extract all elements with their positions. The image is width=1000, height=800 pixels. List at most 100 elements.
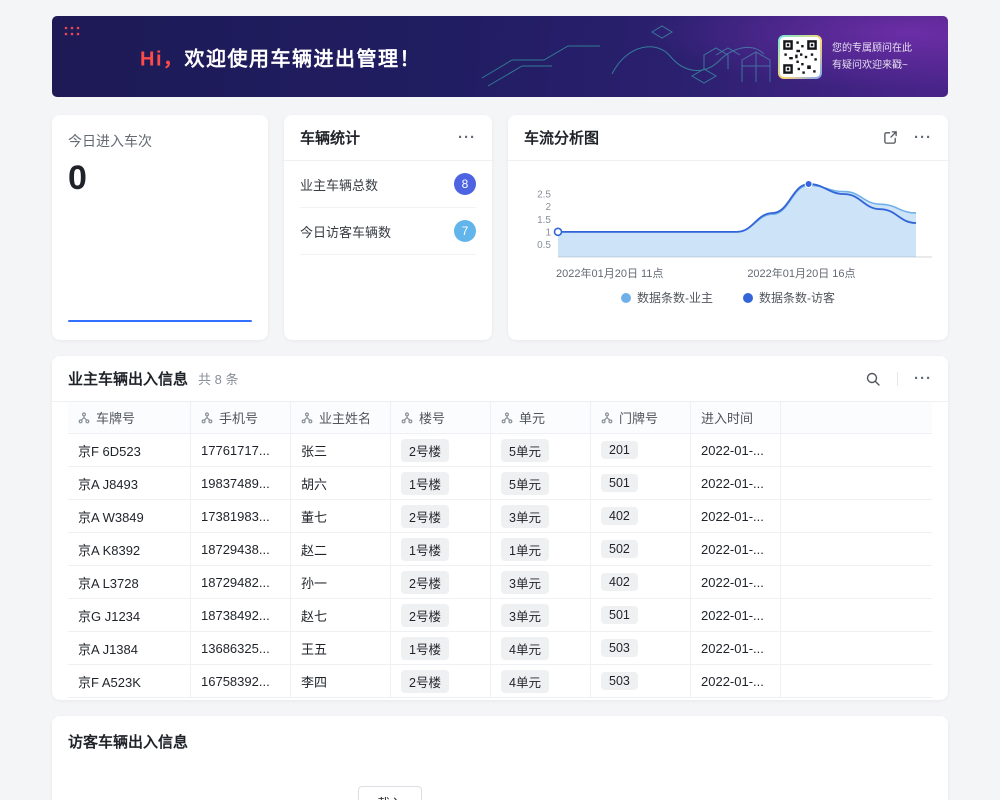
column-header[interactable]: 单元	[491, 402, 591, 434]
cell-tag: 3单元	[501, 571, 549, 594]
table-cell[interactable]: 张三	[291, 434, 391, 467]
table-cell[interactable]: 王五	[291, 632, 391, 665]
table-cell[interactable]: 2022-01-...	[691, 533, 781, 566]
table-cell[interactable]: 3单元	[491, 599, 591, 632]
table-cell[interactable]: 董七	[291, 500, 391, 533]
table-cell[interactable]: 16758392...	[191, 665, 291, 698]
column-header[interactable]: 车牌号	[68, 402, 191, 434]
table-cell[interactable]: 502	[591, 533, 691, 566]
more-icon[interactable]: ···	[458, 130, 476, 145]
table-cell[interactable]: 501	[591, 467, 691, 500]
table-cell[interactable]: 5单元	[491, 467, 591, 500]
more-icon[interactable]: ···	[914, 371, 932, 386]
field-type-icon	[78, 412, 90, 424]
table-cell[interactable]: 2号楼	[391, 500, 491, 533]
table-cell[interactable]: 2号楼	[391, 665, 491, 698]
table-cell[interactable]: 13686325...	[191, 632, 291, 665]
column-header[interactable]: 楼号	[391, 402, 491, 434]
table-cell[interactable]: 胡六	[291, 467, 391, 500]
table-cell[interactable]: 19837489...	[191, 467, 291, 500]
search-icon[interactable]	[865, 371, 881, 387]
cell-tag: 3单元	[501, 604, 549, 627]
column-header[interactable]: 进入时间	[691, 402, 781, 434]
table-cell[interactable]: 2022-01-...	[691, 665, 781, 698]
svg-text:2022年01月20日 16点: 2022年01月20日 16点	[747, 266, 855, 280]
card-title: 车辆统计	[300, 127, 360, 148]
table-cell[interactable]	[781, 566, 932, 599]
table-cell[interactable]	[781, 533, 932, 566]
legend-item[interactable]: 数据条数-业主	[621, 289, 713, 306]
count-badge: 7	[454, 220, 476, 242]
svg-text:2.5: 2.5	[537, 190, 551, 201]
table-cell[interactable]: 3单元	[491, 500, 591, 533]
table-cell[interactable]: 18729438...	[191, 533, 291, 566]
legend-dot	[621, 293, 631, 303]
table-cell[interactable]: 1号楼	[391, 467, 491, 500]
table-cell[interactable]: 5单元	[491, 434, 591, 467]
export-icon[interactable]	[883, 130, 898, 145]
table-cell[interactable]: 京A J1384	[68, 632, 191, 665]
table-cell[interactable]: 4单元	[491, 665, 591, 698]
table-cell[interactable]: 3单元	[491, 566, 591, 599]
more-icon[interactable]: ···	[914, 130, 932, 145]
table-cell[interactable]: 2022-01-...	[691, 467, 781, 500]
stat-row-label: 今日访客车辆数	[300, 222, 391, 241]
table-cell[interactable]: 1号楼	[391, 533, 491, 566]
record-count: 共 8 条	[198, 369, 238, 388]
table-cell[interactable]: 1号楼	[391, 632, 491, 665]
table-cell[interactable]: 赵二	[291, 533, 391, 566]
dashboard-page: Hi，欢迎使用车辆进出管理！	[0, 0, 1000, 800]
table-cell[interactable]: 1单元	[491, 533, 591, 566]
table-cell[interactable]: 503	[591, 632, 691, 665]
table-cell[interactable]: 18738492...	[191, 599, 291, 632]
table-cell[interactable]: 孙一	[291, 566, 391, 599]
table-row: 京F 6D52317761717...张三 2号楼 5单元2012022-01-..…	[68, 434, 932, 467]
table-cell[interactable]: 京G J1234	[68, 599, 191, 632]
table-cell[interactable]: 503	[591, 665, 691, 698]
table-cell[interactable]: 京F A523K	[68, 665, 191, 698]
table-cell[interactable]: 2022-01-...	[691, 434, 781, 467]
table-cell[interactable]: 2号楼	[391, 566, 491, 599]
legend-item[interactable]: 数据条数-访客	[743, 289, 835, 306]
table-cell[interactable]: 201	[591, 434, 691, 467]
table-cell[interactable]	[781, 467, 932, 500]
table-cell[interactable]: 李四	[291, 665, 391, 698]
table-cell[interactable]	[781, 632, 932, 665]
table-cell[interactable]: 2022-01-...	[691, 599, 781, 632]
table-cell[interactable]: 2022-01-...	[691, 566, 781, 599]
table-cell[interactable]: 17381983...	[191, 500, 291, 533]
table-cell[interactable]: 402	[591, 566, 691, 599]
table-cell[interactable]: 京A J8493	[68, 467, 191, 500]
card-title: 访客车辆出入信息	[68, 734, 188, 751]
table-cell[interactable]: 京A W3849	[68, 500, 191, 533]
table-cell[interactable]: 京F 6D523	[68, 434, 191, 467]
legend-label: 数据条数-业主	[637, 289, 713, 306]
table-cell[interactable]: 2号楼	[391, 434, 491, 467]
table-cell[interactable]: 京A L3728	[68, 566, 191, 599]
table-cell[interactable]: 2022-01-...	[691, 500, 781, 533]
column-label: 单元	[519, 408, 545, 427]
table-cell[interactable]: 2022-01-...	[691, 632, 781, 665]
table-cell[interactable]: 17761717...	[191, 434, 291, 467]
column-label: 业主姓名	[319, 408, 371, 427]
table-cell[interactable]: 18729482...	[191, 566, 291, 599]
table-cell[interactable]: 2号楼	[391, 599, 491, 632]
cell-tag: 2号楼	[401, 439, 449, 462]
table-cell[interactable]: 501	[591, 599, 691, 632]
table-cell[interactable]: 京A K8392	[68, 533, 191, 566]
owner-table-body: 京F 6D52317761717...张三2号楼5单元2012022-01-..…	[68, 434, 932, 698]
table-cell[interactable]	[781, 599, 932, 632]
svg-text:0.5: 0.5	[537, 240, 551, 251]
vehicle-stats-header: 车辆统计 ···	[284, 115, 492, 161]
column-header[interactable]: 业主姓名	[291, 402, 391, 434]
column-header[interactable]: 手机号	[191, 402, 291, 434]
table-cell[interactable]: 赵七	[291, 599, 391, 632]
table-cell[interactable]	[781, 665, 932, 698]
column-header[interactable]: 门牌号	[591, 402, 691, 434]
table-cell[interactable]	[781, 500, 932, 533]
table-cell[interactable]: 402	[591, 500, 691, 533]
table-cell[interactable]	[781, 434, 932, 467]
cell-tag: 503	[601, 672, 638, 690]
table-cell[interactable]: 4单元	[491, 632, 591, 665]
load-button[interactable]: 载入	[358, 786, 422, 800]
